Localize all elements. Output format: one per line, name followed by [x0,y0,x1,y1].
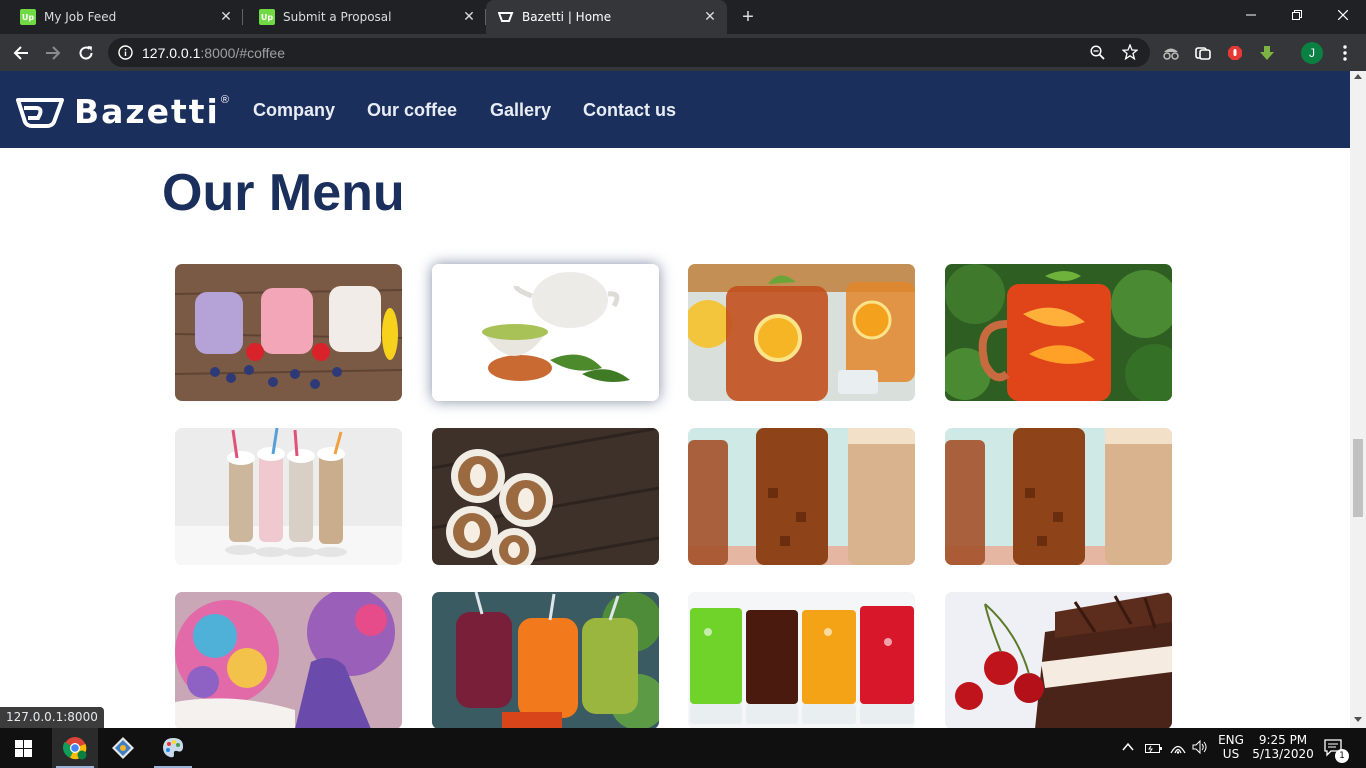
url-text[interactable]: 127.0.0.1:8000/#coffee [142,45,285,61]
green-tea-image [432,264,659,401]
taskbar-paint-app[interactable] [150,728,196,768]
link-status-bubble: 127.0.0.1:8000 [0,707,104,728]
tab-bazetti-home[interactable]: Bazetti | Home ✕ [486,0,727,34]
page-scrollbar[interactable] [1350,71,1366,728]
berry-smoothies-image [175,264,402,401]
upwork-icon: Up [259,9,275,25]
info-icon[interactable] [118,45,133,60]
restore-button[interactable] [1274,0,1320,30]
volume-icon[interactable] [1192,739,1208,759]
page-viewport: Bazetti ® Company Our coffee Gallery Con… [0,71,1350,728]
clock-time: 9:25 PM [1258,733,1308,747]
zoom-icon[interactable] [1090,45,1105,60]
paint-palette-icon [163,738,184,758]
scroll-down-arrow-icon[interactable] [1354,717,1362,722]
start-button[interactable] [0,728,46,768]
site-logo[interactable]: Bazetti ® [14,92,229,131]
taskbar-chrome[interactable] [52,728,98,768]
close-icon[interactable]: ✕ [462,10,476,24]
scroll-up-arrow-icon[interactable] [1354,74,1362,79]
nav-link-our-coffee[interactable]: Our coffee [367,100,457,121]
tab-title: Submit a Proposal [283,10,392,24]
scrollbar-thumb[interactable] [1353,439,1363,517]
iced-lemon-tea-image [688,264,915,401]
language-code: ENG [1218,733,1244,747]
battery-icon[interactable] [1145,741,1163,759]
tab-my-job-feed[interactable]: Up My Job Feed ✕ [0,0,243,34]
soda-glasses-image [688,592,915,728]
download-extension-icon[interactable] [1254,40,1280,66]
cup-logo-icon [14,96,66,128]
milkshakes-image [175,428,402,565]
address-bar[interactable]: 127.0.0.1:8000/#coffee [108,38,1150,67]
menu-item-card[interactable] [945,264,1172,401]
tab-title: Bazetti | Home [522,10,612,24]
nav-link-company[interactable]: Company [253,100,335,121]
browser-toolbar: 127.0.0.1:8000/#coffee J [0,34,1366,71]
new-tab-button[interactable]: + [738,7,758,27]
region-code: US [1222,747,1240,761]
registered-mark: ® [220,93,229,106]
menu-item-card[interactable] [688,428,915,565]
extension-icon[interactable] [1190,40,1216,66]
menu-item-card[interactable] [688,592,915,728]
bazetti-icon [498,9,514,25]
nav-link-contact-us[interactable]: Contact us [583,100,676,121]
site-navbar: Bazetti ® Company Our coffee Gallery Con… [0,71,1350,148]
close-icon[interactable]: ✕ [703,10,717,24]
profile-avatar[interactable]: J [1301,42,1323,64]
forward-button[interactable] [40,40,66,66]
reload-button[interactable] [73,40,99,66]
menu-item-card[interactable] [175,592,402,728]
menu-item-card[interactable] [432,428,659,565]
menu-item-card[interactable] [688,264,915,401]
clock[interactable]: 9:25 PM 5/13/2020 [1250,733,1316,761]
upwork-icon: Up [20,9,36,25]
url-host: 127.0.0.1 [142,45,201,61]
windows-taskbar: ENG US 9:25 PM 5/13/2020 1 [0,728,1366,768]
menu-item-card[interactable] [175,264,402,401]
latte-art-image [432,428,659,565]
rainbow-ice-cream-image [175,592,402,728]
brand-name: Bazetti [74,92,220,131]
browser-tab-strip: Up My Job Feed ✕ Up Submit a Proposal ✕ … [0,0,1366,34]
notification-count-badge: 1 [1335,749,1349,763]
close-icon[interactable]: ✕ [219,10,233,24]
wifi-icon[interactable] [1170,740,1186,759]
tab-submit-proposal[interactable]: Up Submit a Proposal ✕ [243,0,486,34]
incognito-extension-icon[interactable] [1158,40,1184,66]
menu-item-card[interactable] [175,428,402,565]
menu-item-card[interactable] [432,592,659,728]
taskbar-git-app[interactable] [100,728,146,768]
fresh-juices-image [432,592,659,728]
close-window-button[interactable] [1320,0,1366,30]
menu-item-card[interactable] [945,428,1172,565]
language-indicator[interactable]: ENG US [1216,733,1246,761]
menu-item-card[interactable] [432,264,659,401]
nav-link-gallery[interactable]: Gallery [490,100,551,121]
git-app-icon [112,737,134,759]
tab-title: My Job Feed [44,10,117,24]
iced-coffee-image [945,428,1172,565]
peach-iced-tea-image [945,264,1172,401]
minimize-button[interactable] [1228,0,1274,30]
chevron-up-icon[interactable] [1122,740,1134,758]
iced-coffee-image [688,428,915,565]
bookmark-star-icon[interactable] [1122,44,1138,60]
menu-dots-icon[interactable] [1332,40,1358,66]
clock-date: 5/13/2020 [1252,747,1314,761]
page-title: Our Menu [162,164,405,222]
cherry-cake-image [945,592,1172,728]
chrome-icon [63,737,87,760]
back-button[interactable] [8,40,34,66]
adblock-extension-icon[interactable] [1222,40,1248,66]
url-path: :8000/#coffee [200,45,285,61]
menu-item-card[interactable] [945,592,1172,728]
